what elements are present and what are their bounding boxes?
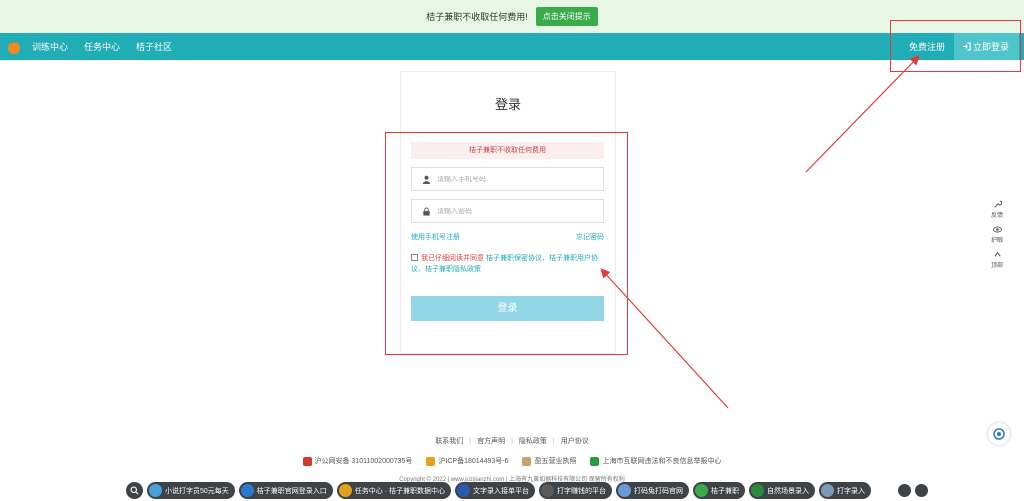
chip-bar-close-icon[interactable] — [915, 484, 928, 497]
notice-bar: 桔子兼职不收取任何费用! 点击关闭提示 — [0, 0, 1024, 33]
beian-report-text: 上海市互联网违法和不良信息举报中心 — [602, 458, 722, 465]
chip-bar-toggle-icon[interactable] — [898, 484, 911, 497]
beian-icp-text: 沪ICP备18014493号-6 — [438, 458, 509, 465]
chip-icon — [541, 484, 555, 497]
chip-label: 桔子兼职 — [711, 487, 740, 495]
annotation-box-auth — [890, 20, 1021, 72]
annotation-box-form — [385, 132, 628, 355]
back-to-top-tool[interactable]: 顶部 — [985, 250, 1009, 269]
footer-link-privacy[interactable]: 隐私政策 — [519, 438, 547, 445]
chevron-up-icon — [993, 251, 1001, 257]
related-chip[interactable]: 文字录入接单平台 — [455, 482, 536, 499]
beian-icp[interactable]: 沪ICP备18014493号-6 — [426, 456, 508, 466]
chip-label: 小说打字员50元每天 — [165, 487, 229, 495]
related-chip[interactable]: 小说打字员50元每天 — [147, 482, 235, 499]
eye-care-tool[interactable]: 护眼 — [985, 225, 1009, 244]
footer-link-contact[interactable]: 联系我们 — [435, 438, 463, 445]
top-nav: 训练中心 任务中心 桔子社区 免费注册 立即登录 — [0, 33, 1024, 60]
close-notice-button[interactable]: 点击关闭提示 — [535, 7, 598, 26]
beian-report[interactable]: 上海市互联网违法和不良信息举报中心 — [590, 456, 721, 466]
chip-icon — [618, 484, 632, 497]
arrow-to-auth — [805, 55, 920, 173]
floating-tools: 反馈 护眼 顶部 — [985, 200, 1009, 275]
search-icon — [130, 486, 139, 495]
eye-icon — [992, 226, 1002, 233]
footer-link-statement[interactable]: 官方声明 — [477, 438, 505, 445]
report-flag-icon — [590, 456, 600, 466]
footer-link-terms[interactable]: 用户协议 — [561, 438, 589, 445]
nav-item-training[interactable]: 训练中心 — [32, 40, 68, 53]
related-chip[interactable]: 任务中心 · 桔子兼职数据中心 — [336, 482, 452, 499]
related-chip[interactable]: 自然场景录入 — [749, 482, 816, 499]
chip-label: 文字录入接单平台 — [473, 487, 530, 495]
nav-item-tasks[interactable]: 任务中心 — [84, 40, 120, 53]
footer-links: 联系我们 | 官方声明 | 隐私政策 | 用户协议 — [435, 438, 589, 445]
chip-label: 打码兔打码官网 — [634, 487, 684, 495]
chip-icon — [751, 484, 765, 497]
chip-label: 打字录入 — [837, 487, 866, 495]
nav-item-community[interactable]: 桔子社区 — [136, 40, 172, 53]
eye-care-label: 护眼 — [990, 238, 1003, 244]
police-badge-icon — [302, 456, 312, 466]
chip-label: 打字赚钱的平台 — [557, 487, 607, 495]
search-chip[interactable] — [126, 482, 143, 499]
beian-row: 沪公网安备 31011002000735号 沪ICP备18014493号-6 盈… — [0, 456, 1024, 466]
related-links-bar: 小说打字员50元每天 桔子兼职官网登录入口 任务中心 · 桔子兼职数据中心 文字… — [126, 482, 872, 499]
chip-label: 桔子兼职官网登录入口 — [256, 487, 327, 495]
feedback-label: 反馈 — [990, 213, 1003, 219]
chip-icon — [821, 484, 835, 497]
chip-icon — [240, 484, 254, 497]
related-chip[interactable]: 打码兔打码官网 — [616, 482, 690, 499]
beian-license-text: 盈五营业执照 — [534, 458, 577, 465]
beian-police[interactable]: 沪公网安备 31011002000735号 — [302, 456, 413, 466]
feedback-tool[interactable]: 反馈 — [985, 200, 1009, 219]
chip-icon — [149, 484, 162, 497]
shield-icon — [426, 456, 436, 466]
beian-police-text: 沪公网安备 31011002000735号 — [314, 458, 413, 465]
chip-label: 自然场景录入 — [767, 487, 810, 495]
related-chip[interactable]: 桔子兼职官网登录入口 — [238, 482, 333, 499]
related-chip[interactable]: 桔子兼职 — [693, 482, 746, 499]
login-title: 登录 — [494, 97, 521, 112]
chip-icon — [457, 484, 471, 497]
chip-label: 任务中心 · 桔子兼职数据中心 — [354, 487, 446, 495]
notice-text: 桔子兼职不收取任何费用! — [426, 12, 528, 22]
license-icon — [522, 456, 532, 466]
chip-icon — [338, 484, 352, 497]
wrench-icon — [993, 200, 1002, 208]
chip-icon — [695, 484, 709, 497]
related-chip[interactable]: 打字录入 — [819, 482, 872, 499]
back-to-top-label: 顶部 — [990, 263, 1003, 269]
orange-logo-icon[interactable] — [6, 39, 22, 55]
related-chip[interactable]: 打字赚钱的平台 — [539, 482, 613, 499]
beian-license[interactable]: 盈五营业执照 — [522, 456, 576, 466]
